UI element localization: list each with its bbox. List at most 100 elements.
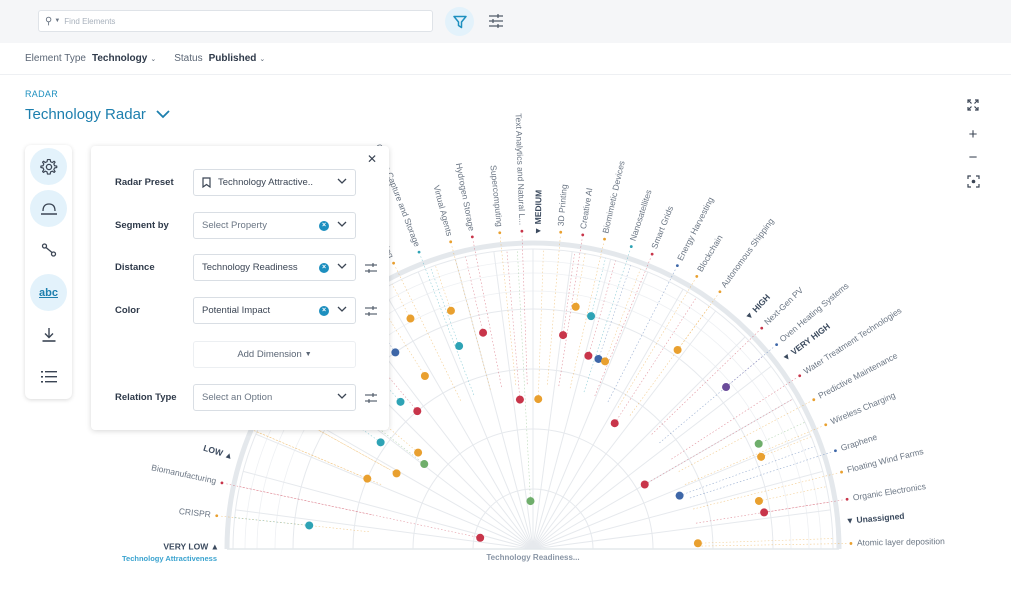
color-label: Color — [115, 305, 140, 316]
radar-preset-select[interactable]: Technology Attractive.. — [193, 169, 356, 196]
radar-point — [757, 452, 766, 461]
labels-button[interactable]: abc — [30, 274, 67, 311]
add-dimension-button[interactable]: Add Dimension ▼ — [193, 341, 356, 368]
radar-label-marker — [559, 230, 563, 234]
radar-item-label: Virtual Agents — [432, 184, 455, 237]
radar-item-label: Creative AI — [578, 187, 594, 230]
radar-point-leader — [604, 268, 641, 362]
radar-label-marker — [834, 449, 837, 453]
radar-point — [446, 306, 455, 315]
radar-point — [693, 539, 702, 548]
download-button[interactable] — [30, 316, 67, 353]
segment-by-select[interactable]: Select Property × — [193, 212, 356, 239]
radar-point — [515, 395, 524, 404]
radar-point — [754, 496, 763, 505]
clear-icon[interactable]: × — [319, 221, 329, 231]
radar-item-label: Biomimetic Devices — [600, 160, 626, 235]
radar-item-label: Hydrogen Storage — [454, 162, 477, 232]
radar-point-leader — [697, 538, 833, 544]
radar-spoke — [532, 336, 746, 550]
radar-label-marker — [520, 229, 524, 233]
radar-label-marker — [417, 250, 421, 254]
radar-label-marker — [215, 514, 219, 518]
distance-select[interactable]: Technology Readiness × — [193, 254, 356, 281]
radar-item-label: Graphene — [839, 432, 878, 453]
radar-label-marker — [581, 233, 585, 237]
color-settings-icon[interactable] — [364, 304, 378, 318]
distance-settings-icon[interactable] — [364, 261, 378, 275]
clear-icon[interactable]: × — [319, 263, 329, 273]
radar-item-label: CRISPR — [178, 506, 211, 519]
radar-point — [305, 521, 314, 530]
radar-spoke — [532, 288, 684, 550]
radar-point — [587, 312, 596, 321]
relation-settings-icon[interactable] — [364, 391, 378, 405]
radar-point — [722, 383, 731, 392]
radar-item-label: Blockchain — [695, 233, 725, 274]
relation-type-placeholder: Select an Option — [202, 392, 273, 403]
side-toolbar: abc — [25, 145, 72, 399]
radar-spoke — [417, 271, 534, 550]
relations-button[interactable] — [30, 231, 67, 268]
radar-label-marker — [798, 374, 802, 378]
clear-icon[interactable]: × — [319, 306, 329, 316]
radar-point — [413, 407, 422, 416]
radar-leader-line — [420, 255, 475, 396]
radar-point-leader — [614, 297, 697, 424]
radar-label-marker — [220, 481, 224, 485]
radar-point — [420, 460, 429, 469]
fit-screen-button[interactable] — [963, 95, 983, 115]
radar-item-label: Supercomputing — [488, 165, 504, 228]
radar-label-marker — [603, 237, 606, 241]
radar-preset-value: Technology Attractive.. — [218, 177, 314, 188]
radial-axis-label: Technology Readiness... — [486, 553, 579, 562]
radar-spoke — [532, 433, 811, 550]
radar-label-marker — [498, 231, 502, 235]
radar-point — [559, 331, 568, 340]
radar-layout-button[interactable] — [30, 190, 67, 227]
radar-point — [363, 474, 372, 483]
radar-leader-line — [569, 242, 604, 389]
radar-point — [376, 438, 385, 447]
segment-by-label: Segment by — [115, 220, 169, 231]
close-icon[interactable]: ✕ — [367, 152, 377, 166]
settings-button[interactable] — [30, 148, 67, 185]
radar-point — [534, 395, 543, 404]
radar-label-marker — [718, 290, 722, 294]
radar-label-marker — [824, 423, 828, 427]
radar-spoke — [493, 251, 534, 550]
relation-type-select[interactable]: Select an Option — [193, 384, 356, 411]
zoom-out-button[interactable]: − — [963, 147, 983, 167]
radar-point — [675, 491, 684, 500]
radar-label-marker — [675, 264, 679, 268]
radar-arc-icon — [40, 202, 57, 215]
chevron-down-icon — [337, 221, 347, 227]
bookmark-icon — [202, 177, 211, 188]
radar-segment-label: ▼ Unassigned — [845, 511, 905, 526]
radar-point-leader — [506, 250, 521, 400]
chevron-down-icon: ▼ — [304, 351, 312, 358]
zoom-in-button[interactable]: + — [963, 124, 983, 144]
label-abc-icon: abc — [39, 286, 58, 299]
radar-point — [610, 419, 619, 428]
radar-label-marker — [695, 275, 699, 278]
radar-item-label: Autonomous Shipping — [719, 216, 776, 289]
radar-point — [455, 342, 464, 351]
radar-label-marker — [760, 326, 764, 330]
radar-spoke — [243, 470, 534, 550]
radar-point — [754, 439, 763, 448]
add-dimension-label: Add Dimension — [237, 349, 302, 360]
radar-segment-label: ▼ MEDIUM — [533, 190, 544, 235]
radar-label-marker — [470, 235, 474, 239]
radar-settings-panel: ✕ Radar Preset Technology Attractive.. S… — [91, 146, 389, 430]
radar-leader-line — [594, 257, 651, 397]
radar-leader-line — [395, 266, 461, 401]
list-view-button[interactable] — [30, 358, 67, 395]
focus-button[interactable] — [963, 171, 983, 191]
relation-type-label: Relation Type — [115, 392, 177, 403]
radar-item-label: Text Analytics and Natural L... — [514, 113, 528, 225]
radar-point-leader — [677, 306, 710, 351]
radar-item-label: 3D Printing — [556, 184, 570, 227]
radar-label-marker — [812, 398, 816, 402]
color-select[interactable]: Potential Impact × — [193, 297, 356, 324]
